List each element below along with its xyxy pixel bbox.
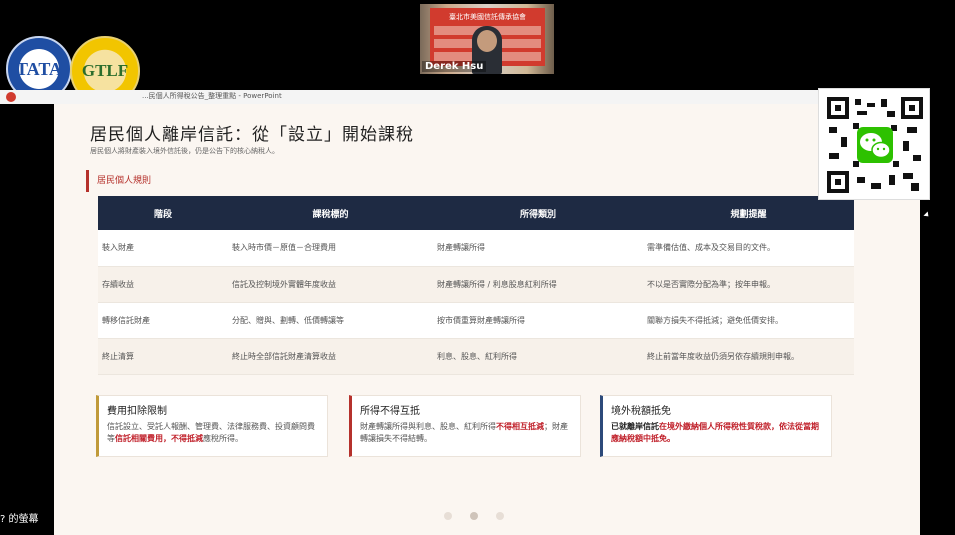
wechat-qr-code (818, 88, 930, 200)
slide-subtitle: 居民個人將財產裝入境外信託後，仍是公告下的核心納稅人。 (90, 147, 279, 155)
card-foreign-tax-credit: 境外稅額抵免 已就離岸信託在境外繳納個人所得稅性質稅款，依法從當期應納稅額中抵免… (600, 395, 832, 457)
table-cell: 分配、贈與、劃轉、低價轉讓等 (228, 302, 433, 339)
card-no-offset: 所得不得互抵 財產轉讓所得與利息、股息、紅利所得不得相互抵減；財產轉讓損失不得結… (349, 395, 581, 457)
table-row: 終止清算 終止時全部信託財產清算收益 利息、股息、紅利所得 終止前當年度收益仍須… (98, 338, 854, 375)
table-cell: 終止時全部信託財產清算收益 (228, 338, 433, 375)
table-cell: 裝入時市價－原值－合理費用 (228, 230, 433, 267)
rules-table: 階段 課稅標的 所得類別 規劃提醒 裝入財產 裝入時市價－原值－合理費用 財產轉… (98, 196, 854, 375)
table-cell: 轉移信託財產 (98, 302, 228, 339)
speaker-video[interactable]: 臺北市美國信託傳承協會 Derek Hsu (420, 4, 554, 74)
table-header: 規劃提醒 (643, 196, 854, 230)
table-cell: 終止前當年度收益仍須另依存續規則申報。 (643, 338, 854, 375)
card-body: 財產轉讓所得與利息、股息、紅利所得不得相互抵減；財產轉讓損失不得結轉。 (360, 421, 572, 445)
table-cell: 信託及控制境外實體年度收益 (228, 266, 433, 303)
table-cell: 需準備估值、成本及交易目的文件。 (643, 230, 854, 267)
card-text: 應稅所得。 (203, 434, 243, 443)
table-header-row: 階段 課稅標的 所得類別 規劃提醒 (98, 196, 854, 230)
mouse-cursor-icon (923, 211, 931, 219)
table-cell: 終止清算 (98, 338, 228, 375)
table-row: 裝入財產 裝入時市價－原值－合理費用 財產轉讓所得 需準備估值、成本及交易目的文… (98, 230, 854, 267)
table-cell: 不以是否實際分配為準；按年申報。 (643, 266, 854, 303)
table-cell: 按市價重算財產轉讓所得 (433, 302, 643, 339)
slide: 居民個人離岸信託：從「設立」開始課稅 居民個人將財產裝入境外信託後，仍是公告下的… (54, 104, 920, 535)
screen-share-caption: ? 的螢幕 (0, 514, 39, 525)
card-emphasis: 不得相互抵減 (496, 422, 544, 431)
table-row: 轉移信託財產 分配、贈與、劃轉、低價轉讓等 按市價重算財產轉讓所得 關聯方損失不… (98, 302, 854, 339)
card-body: 已就離岸信託在境外繳納個人所得稅性質稅款，依法從當期應納稅額中抵免。 (611, 421, 823, 445)
table-header: 所得類別 (433, 196, 643, 230)
card-title: 費用扣除限制 (107, 406, 167, 417)
slide-pager (444, 512, 504, 520)
table-header: 階段 (98, 196, 228, 230)
slide-title: 居民個人離岸信託：從「設立」開始課稅 (90, 125, 414, 145)
qr-icon (827, 97, 923, 193)
card-title: 境外稅額抵免 (611, 406, 671, 417)
table-cell: 關聯方損失不得抵減；避免低價安排。 (643, 302, 854, 339)
banner-text: 臺北市美國信託傳承協會 (449, 13, 526, 21)
table-cell: 財產轉讓所得 / 利息股息紅利所得 (433, 266, 643, 303)
card-title: 所得不得互抵 (360, 406, 420, 417)
pager-dot[interactable] (496, 512, 504, 520)
pager-dot-active[interactable] (470, 512, 478, 520)
window-title: ...民個人所得稅公告_整理重點 - PowerPoint (142, 92, 282, 100)
app-icon (6, 92, 16, 102)
card-expense-limit: 費用扣除限制 信託設立、受託人報酬、管理費、法律服務費、投資顧問費等信託相關費用… (96, 395, 328, 457)
pager-dot[interactable] (444, 512, 452, 520)
table-cell: 利息、股息、紅利所得 (433, 338, 643, 375)
card-body: 信託設立、受託人報酬、管理費、法律服務費、投資顧問費等信託相關費用，不得抵減應稅… (107, 421, 319, 445)
table-cell: 存續收益 (98, 266, 228, 303)
card-emphasis: 信託相關費用，不得抵減 (115, 434, 203, 443)
speaker-head (477, 30, 497, 52)
table-row: 存續收益 信託及控制境外實體年度收益 財產轉讓所得 / 利息股息紅利所得 不以是… (98, 266, 854, 303)
table-header: 課稅標的 (228, 196, 433, 230)
powerpoint-titlebar: ...民個人所得稅公告_整理重點 - PowerPoint (0, 90, 920, 104)
card-text: 已就離岸信託 (611, 422, 659, 431)
speaker-name: Derek Hsu (422, 61, 487, 72)
table-cell: 財產轉讓所得 (433, 230, 643, 267)
section-label: 居民個人規則 (86, 170, 226, 192)
screen: TATA GTLF 臺北市美國信託傳承協會 Derek Hsu ...民個人所得… (0, 0, 955, 535)
table-cell: 裝入財產 (98, 230, 228, 267)
card-text: 財產轉讓所得與利息、股息、紅利所得 (360, 422, 496, 431)
